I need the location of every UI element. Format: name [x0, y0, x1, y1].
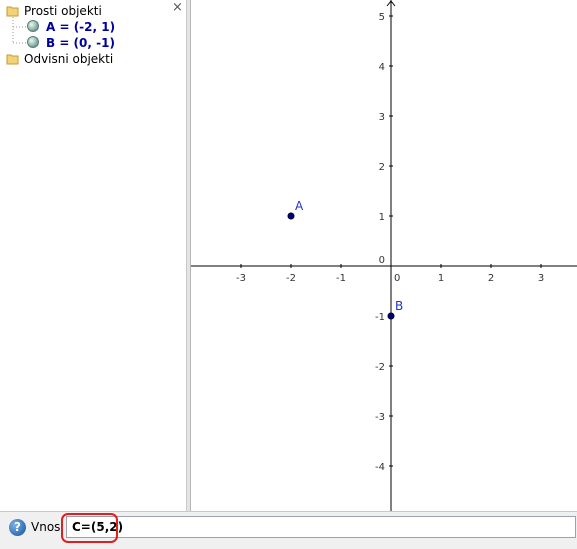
input-bar: ? Vnos: C=(5,2) — [0, 511, 577, 549]
point-B — [387, 312, 395, 320]
y-tick-label: -4 — [375, 462, 385, 473]
x-tick-label: -1 — [336, 273, 346, 284]
input-label: Vnos: — [31, 520, 65, 534]
point-label-B: B — [395, 299, 403, 313]
close-icon[interactable]: × — [172, 0, 183, 15]
folder-label: Prosti objekti — [24, 4, 102, 18]
object-visibility-icon[interactable] — [27, 20, 39, 32]
object-label: B = (0, -1) — [46, 36, 115, 50]
x-tick-label: 1 — [438, 273, 444, 284]
x-tick-label: 2 — [488, 273, 494, 284]
point-A — [287, 212, 295, 220]
y-tick-label: -2 — [375, 362, 385, 373]
tree-connector — [12, 17, 26, 44]
graphics-view[interactable]: -3 -2 -1 0 1 2 3 5 4 3 2 1 -1 -2 -3 -4 0 A B — [191, 0, 577, 511]
y-tick-label: 5 — [379, 12, 385, 23]
algebra-view: × Prosti objekti A = (-2, 1) B = (0, -1)… — [0, 0, 187, 511]
folder-dependent-objects[interactable]: Odvisni objekti — [6, 51, 113, 67]
y-tick-label: 3 — [379, 112, 385, 123]
y-tick-label: 1 — [379, 212, 385, 223]
coordinate-plane[interactable]: -3 -2 -1 0 1 2 3 5 4 3 2 1 -1 -2 -3 -4 0 A B — [191, 0, 577, 511]
point-label-A: A — [295, 199, 304, 213]
y-tick-label: -1 — [375, 312, 385, 323]
origin-label: 0 — [379, 255, 385, 266]
object-label: A = (-2, 1) — [46, 20, 116, 34]
y-tick-label: 2 — [379, 162, 385, 173]
x-tick-label: 3 — [538, 273, 544, 284]
y-tick-label: 4 — [379, 62, 385, 73]
object-item-B[interactable]: B = (0, -1) — [27, 35, 115, 51]
object-visibility-icon[interactable] — [27, 36, 39, 48]
x-tick-label: -2 — [286, 273, 296, 284]
folder-icon — [6, 53, 19, 65]
x-tick-label: -3 — [236, 273, 246, 284]
x-tick-label: 0 — [394, 273, 400, 284]
y-tick-label: -3 — [375, 412, 385, 423]
folder-label: Odvisni objekti — [24, 52, 114, 66]
object-item-A[interactable]: A = (-2, 1) — [27, 19, 115, 35]
folder-icon — [6, 5, 19, 17]
input-field[interactable]: C=(5,2) — [66, 516, 576, 538]
help-icon[interactable]: ? — [9, 519, 26, 536]
